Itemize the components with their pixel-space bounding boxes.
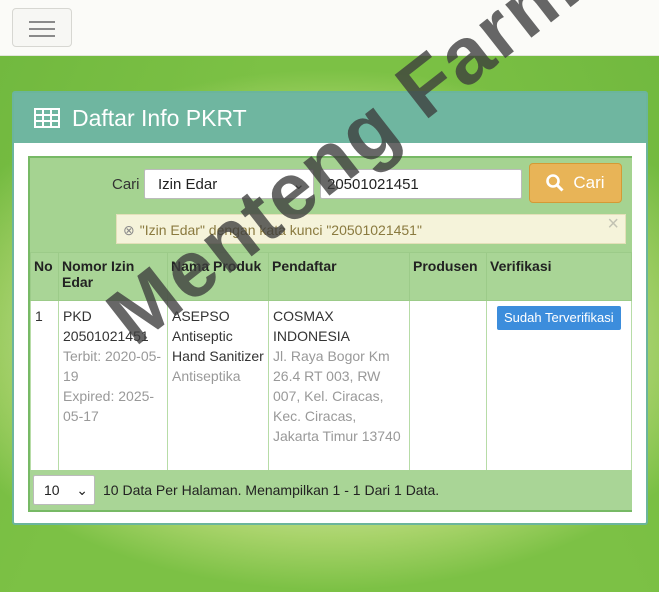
hamburger-bar <box>29 28 55 30</box>
column-header: Pendaftar <box>268 252 410 301</box>
registrant-name: COSMAX INDONESIA <box>273 308 351 344</box>
search-button-label: Cari <box>573 173 605 192</box>
product-category: Antiseptika <box>172 368 241 384</box>
column-header: Verifikasi <box>486 252 632 301</box>
pagination-footer: 10 ⌄ 10 Data Per Halaman. Menampilkan 1 … <box>30 470 632 510</box>
pagination-summary: 10 Data Per Halaman. Menampilkan 1 - 1 D… <box>103 482 440 498</box>
izin-expired: Expired: 2025-05-17 <box>63 388 155 424</box>
cell-produsen <box>409 300 487 471</box>
per-page-value: 10 <box>44 482 60 498</box>
cell-pendaftar: COSMAX INDONESIA Jl. Raya Bogor Km 26.4 … <box>268 300 410 471</box>
search-field-value: Izin Edar <box>158 176 218 193</box>
table-icon <box>34 108 60 128</box>
chevron-down-icon: ⌄ <box>76 482 88 498</box>
search-icon <box>546 174 564 192</box>
cell-verifikasi: Sudah Terverifikasi <box>486 300 632 471</box>
per-page-select[interactable]: 10 ⌄ <box>33 475 95 505</box>
hamburger-bar <box>29 21 55 23</box>
column-header: Produsen <box>409 252 487 301</box>
page-title: Daftar Info PKRT <box>72 104 247 131</box>
hamburger-menu-button[interactable] <box>12 8 72 47</box>
registrant-address: Jl. Raya Bogor Km 26.4 RT 003, RW 007, K… <box>273 348 401 444</box>
search-button[interactable]: Cari <box>529 163 622 203</box>
cell-no: 1 <box>30 300 59 471</box>
close-icon[interactable]: × <box>607 213 619 236</box>
column-header: No <box>30 252 59 301</box>
search-label: Cari <box>112 176 140 193</box>
hamburger-bar <box>29 35 55 37</box>
clear-circle-icon[interactable]: ⊗ <box>123 222 135 243</box>
verification-badge: Sudah Terverifikasi <box>497 306 621 330</box>
